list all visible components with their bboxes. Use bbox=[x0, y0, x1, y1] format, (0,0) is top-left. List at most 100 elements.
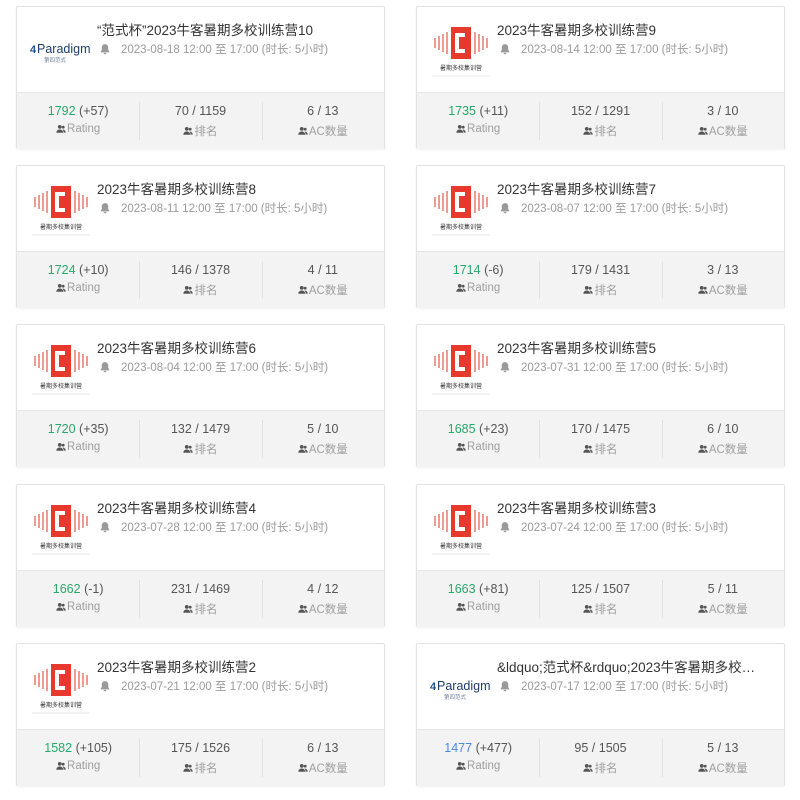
school-logo[interactable]: 暑期多校集训营 bbox=[30, 339, 92, 397]
svg-text:第四范式: 第四范式 bbox=[44, 56, 67, 64]
paradigm-logo-image: 4 Paradigm第四范式 bbox=[430, 679, 491, 701]
contest-time: 2023-07-31 12:00 至 17:00 (时长: 5小时) bbox=[521, 362, 729, 374]
school-logo[interactable]: 暑期多校集训营 bbox=[430, 21, 492, 79]
user-icon bbox=[583, 126, 594, 135]
rank-stat: 125 / 1507 排名 bbox=[539, 571, 661, 627]
rating-label: Rating bbox=[67, 760, 101, 772]
rank-value: 175 / 1526 bbox=[170, 741, 231, 755]
school-logo[interactable]: 暑期多校集训营 bbox=[430, 339, 492, 397]
ac-value: 4 / 11 bbox=[307, 263, 338, 277]
school-logo[interactable]: 暑期多校集训营 bbox=[30, 658, 92, 716]
contest-card-7[interactable]: 暑期多校集训营 2023牛客暑期多校训练营4 2023-07-28 12:00 … bbox=[16, 484, 385, 627]
bell-icon bbox=[100, 681, 110, 692]
rating-delta: (+35) bbox=[79, 422, 109, 436]
contest-card-2[interactable]: 暑期多校集训营 2023牛客暑期多校训练营9 2023-08-14 12:00 … bbox=[416, 6, 785, 149]
school-logo[interactable]: 暑期多校集训营 bbox=[30, 180, 92, 238]
paradigm-logo[interactable]: 4 Paradigm 第四范式 bbox=[430, 658, 492, 716]
rank-label: 排名 bbox=[194, 126, 218, 138]
contest-time-row: 2023-08-11 12:00 至 17:00 (时长: 5小时) bbox=[99, 200, 327, 216]
school-logo-image: 暑期多校集训营 bbox=[432, 27, 490, 77]
rank-value: 125 / 1507 bbox=[570, 582, 631, 596]
svg-text:暑期多校集训营: 暑期多校集训营 bbox=[40, 701, 82, 709]
contest-time-row: 2023-08-04 12:00 至 17:00 (时长: 5小时) bbox=[99, 359, 328, 375]
rating-value: 1685 bbox=[447, 422, 476, 436]
rating-delta: (+10) bbox=[79, 263, 109, 277]
svg-text:第四范式: 第四范式 bbox=[444, 693, 467, 701]
ac-stat: 4 / 11 AC数量 bbox=[261, 252, 384, 308]
user-icon bbox=[298, 604, 308, 613]
ac-label: AC数量 bbox=[308, 285, 348, 297]
ac-stat: 5 / 11 AC数量 bbox=[661, 571, 784, 627]
contest-time: 2023-07-17 12:00 至 17:00 (时长: 5小时) bbox=[521, 681, 729, 693]
contest-title[interactable]: 2023牛客暑期多校训练营4 bbox=[97, 497, 377, 517]
contest-time-row: 2023-07-31 12:00 至 17:00 (时长: 5小时) bbox=[499, 359, 728, 375]
contest-stats: 1714 (-6) Rating 179 / 1431 排名 3 / 13 AC… bbox=[417, 251, 784, 308]
user-icon bbox=[583, 763, 594, 772]
user-icon bbox=[456, 124, 466, 133]
rating-delta: (-1) bbox=[84, 582, 104, 596]
ac-stat: 5 / 13 AC数量 bbox=[661, 730, 784, 786]
user-icon bbox=[183, 604, 194, 613]
card-header: 4 Paradigm 第四范式 “范式杯”2023牛客暑期多校训练营10 2023-… bbox=[17, 7, 384, 92]
svg-text:4: 4 bbox=[430, 681, 437, 693]
bell-icon bbox=[100, 522, 110, 533]
contest-card-6[interactable]: 暑期多校集训营 2023牛客暑期多校训练营5 2023-07-31 12:00 … bbox=[416, 324, 785, 467]
contest-title[interactable]: 2023牛客暑期多校训练营3 bbox=[497, 497, 777, 517]
school-logo-image: 暑期多校集训营 bbox=[32, 664, 90, 714]
contest-title[interactable]: 2023牛客暑期多校训练营5 bbox=[497, 337, 777, 357]
rating-label: Rating bbox=[67, 441, 101, 453]
ac-stat: 4 / 12 AC数量 bbox=[261, 571, 384, 627]
svg-text:4: 4 bbox=[30, 44, 37, 56]
ac-label: AC数量 bbox=[708, 444, 748, 456]
rank-stat: 231 / 1469 排名 bbox=[139, 571, 261, 627]
school-logo[interactable]: 暑期多校集训营 bbox=[430, 180, 492, 238]
rank-value: 152 / 1291 bbox=[570, 104, 631, 118]
rating-value: 1792 bbox=[47, 104, 76, 118]
user-icon bbox=[56, 761, 66, 770]
contest-title[interactable]: 2023牛客暑期多校训练营8 bbox=[97, 178, 377, 198]
contest-title[interactable]: &ldquo;范式杯&rdquo;2023牛客暑期多校… bbox=[497, 656, 777, 676]
bell-icon bbox=[500, 522, 510, 533]
bell-icon bbox=[500, 681, 510, 692]
user-icon bbox=[583, 444, 594, 453]
ac-value: 3 / 13 bbox=[707, 263, 739, 277]
user-icon bbox=[456, 602, 466, 611]
rank-stat: 95 / 1505 排名 bbox=[539, 730, 661, 786]
school-logo[interactable]: 暑期多校集训营 bbox=[430, 499, 492, 557]
card-header: 暑期多校集训营 2023牛客暑期多校训练营4 2023-07-28 12:00 … bbox=[17, 485, 384, 570]
contest-time-row: 2023-08-07 12:00 至 17:00 (时长: 5小时) bbox=[499, 200, 728, 216]
rating-label: Rating bbox=[467, 441, 501, 453]
user-icon bbox=[298, 126, 308, 135]
contest-card-8[interactable]: 暑期多校集训营 2023牛客暑期多校训练营3 2023-07-24 12:00 … bbox=[416, 484, 785, 627]
ac-label: AC数量 bbox=[308, 126, 348, 138]
rating-delta: (+23) bbox=[479, 422, 509, 436]
rating-label: Rating bbox=[467, 123, 501, 135]
svg-text:Paradigm: Paradigm bbox=[437, 679, 491, 693]
user-icon bbox=[183, 126, 194, 135]
rating-stat: 1662 (-1) Rating bbox=[17, 571, 139, 627]
rating-label: Rating bbox=[67, 123, 101, 135]
card-header: 暑期多校集训营 2023牛客暑期多校训练营6 2023-08-04 12:00 … bbox=[17, 325, 384, 410]
ac-label: AC数量 bbox=[308, 444, 348, 456]
contest-card-9[interactable]: 暑期多校集训营 2023牛客暑期多校训练营2 2023-07-21 12:00 … bbox=[16, 643, 385, 786]
contest-card-1[interactable]: 4 Paradigm 第四范式 “范式杯”2023牛客暑期多校训练营10 2023-… bbox=[16, 6, 385, 149]
svg-text:暑期多校集训营: 暑期多校集训营 bbox=[440, 542, 482, 550]
ac-value: 3 / 10 bbox=[707, 104, 739, 118]
contest-time: 2023-08-14 12:00 至 17:00 (时长: 5小时) bbox=[521, 44, 729, 56]
contest-time: 2023-07-21 12:00 至 17:00 (时长: 5小时) bbox=[121, 681, 329, 693]
contest-title[interactable]: 2023牛客暑期多校训练营9 bbox=[497, 19, 777, 39]
contest-card-3[interactable]: 暑期多校集训营 2023牛客暑期多校训练营8 2023-08-11 12:00 … bbox=[16, 165, 385, 308]
paradigm-logo[interactable]: 4 Paradigm 第四范式 bbox=[30, 21, 92, 79]
ac-value: 5 / 13 bbox=[707, 741, 739, 755]
ac-value: 5 / 10 bbox=[307, 422, 339, 436]
contest-title[interactable]: “范式杯”2023牛客暑期多校训练营10 bbox=[97, 19, 377, 39]
school-logo[interactable]: 暑期多校集训营 bbox=[30, 499, 92, 557]
contest-title[interactable]: 2023牛客暑期多校训练营7 bbox=[497, 178, 777, 198]
contest-title[interactable]: 2023牛客暑期多校训练营6 bbox=[97, 337, 377, 357]
contest-card-5[interactable]: 暑期多校集训营 2023牛客暑期多校训练营6 2023-08-04 12:00 … bbox=[16, 324, 385, 467]
school-logo-image: 暑期多校集训营 bbox=[432, 186, 490, 236]
user-icon bbox=[56, 124, 66, 133]
contest-card-4[interactable]: 暑期多校集训营 2023牛客暑期多校训练营7 2023-08-07 12:00 … bbox=[416, 165, 785, 308]
contest-title[interactable]: 2023牛客暑期多校训练营2 bbox=[97, 656, 377, 676]
contest-card-10[interactable]: 4 Paradigm 第四范式 &ldquo;范式杯&rdquo;2023牛客暑期多… bbox=[416, 643, 785, 786]
